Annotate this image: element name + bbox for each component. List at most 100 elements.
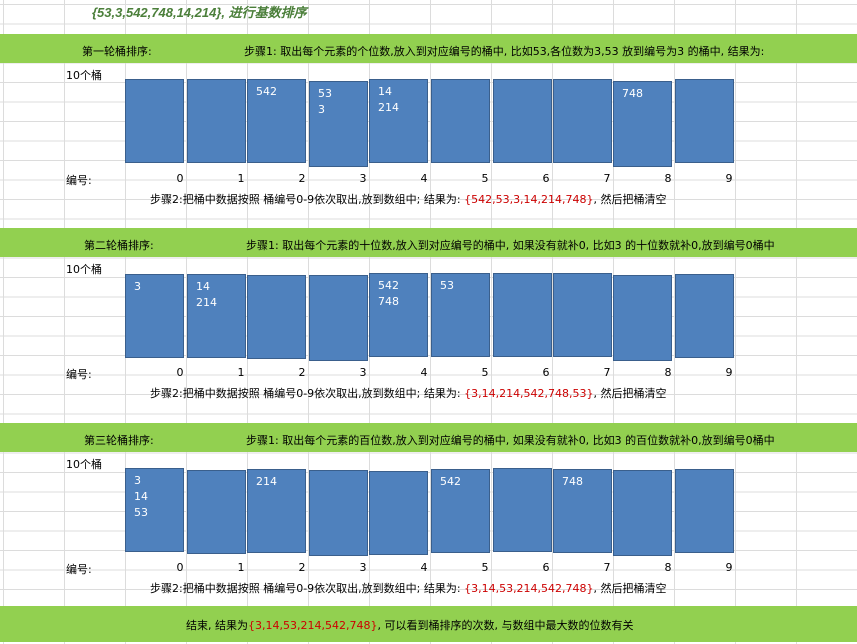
bucket-item: 14 [378, 85, 392, 98]
conclusion-text: 结束, 结果为{3,14,53,214,542,748}, 可以看到桶排序的次数… [186, 617, 633, 633]
bucket-item: 542 [440, 475, 461, 488]
bucket-0: 3 [125, 274, 184, 358]
bucket-2 [247, 275, 306, 359]
round-heading: 第一轮桶排序: [82, 45, 152, 58]
bucket-number: 7 [603, 172, 611, 185]
bucket-number: 3 [359, 561, 367, 574]
bucket-number: 1 [237, 561, 245, 574]
bucket-item: 14 [196, 280, 210, 293]
bucket-3 [309, 275, 368, 361]
bucket-5 [431, 79, 490, 163]
bucket-2: 214 [247, 469, 306, 553]
bucket-number: 2 [298, 366, 306, 379]
bucket-item: 748 [562, 475, 583, 488]
conclusion-suffix: , 可以看到桶排序的次数, 与数组中最大数的位数有关 [377, 619, 634, 632]
bucket-item: 214 [196, 296, 217, 309]
bucket-item: 542 [256, 85, 277, 98]
bucket-item: 3 [318, 103, 325, 116]
bucket-5: 542 [431, 469, 490, 553]
bucket-5: 53 [431, 273, 490, 357]
bucket-number: 5 [481, 172, 489, 185]
bucket-1: 14 214 [187, 274, 246, 358]
bucket-number: 7 [603, 561, 611, 574]
bucket-9 [675, 79, 734, 163]
step2-prefix: 步骤2:把桶中数据按照 桶编号0-9依次取出,放到数组中; 结果为: [150, 387, 465, 400]
step1-text: 步骤1: 取出每个元素的十位数,放入到对应编号的桶中, 如果没有就补0, 比如3… [246, 239, 775, 252]
bucket-7 [553, 79, 612, 163]
bucket-1 [187, 470, 246, 554]
step1-text: 步骤1: 取出每个元素的个位数,放入到对应编号的桶中, 比如53,各位数为3,5… [244, 45, 765, 58]
bucket-number: 9 [725, 366, 733, 379]
step2-result: {3,14,214,542,748,53} [464, 387, 594, 400]
bucket-number: 9 [725, 172, 733, 185]
bucket-3: 53 3 [309, 81, 368, 167]
bucket-number: 4 [420, 172, 428, 185]
step2-text: 步骤2:把桶中数据按照 桶编号0-9依次取出,放到数组中; 结果为: {542,… [150, 191, 667, 207]
bucket-number: 7 [603, 366, 611, 379]
step2-suffix: , 然后把桶清空 [593, 582, 667, 595]
bucket-number: 4 [420, 366, 428, 379]
bucket-0: 3 14 53 [125, 468, 184, 552]
step2-text: 步骤2:把桶中数据按照 桶编号0-9依次取出,放到数组中; 结果为: {3,14… [150, 580, 667, 596]
bucket-number: 6 [542, 561, 550, 574]
step1-text: 步骤1: 取出每个元素的百位数,放入到对应编号的桶中, 如果没有就补0, 比如3… [246, 434, 775, 447]
bucket-number: 6 [542, 366, 550, 379]
round-header-band: 第二轮桶排序: 步骤1: 取出每个元素的十位数,放入到对应编号的桶中, 如果没有就… [0, 228, 857, 257]
step2-prefix: 步骤2:把桶中数据按照 桶编号0-9依次取出,放到数组中; 结果为: [150, 582, 465, 595]
bucket-8 [613, 470, 672, 556]
bucket-number: 8 [664, 172, 672, 185]
conclusion-result: {3,14,53,214,542,748} [248, 619, 378, 632]
index-label: 编号: [66, 368, 92, 381]
bucket-6 [493, 273, 552, 357]
bucket-2: 542 [247, 79, 306, 163]
bucket-6 [493, 468, 552, 552]
step2-text: 步骤2:把桶中数据按照 桶编号0-9依次取出,放到数组中; 结果为: {3,14… [150, 385, 667, 401]
bucket-3 [309, 470, 368, 556]
step2-prefix: 步骤2:把桶中数据按照 桶编号0-9依次取出,放到数组中; 结果为: [150, 193, 465, 206]
bucket-number: 5 [481, 561, 489, 574]
bucket-number: 9 [725, 561, 733, 574]
bucket-number: 1 [237, 366, 245, 379]
step2-suffix: , 然后把桶清空 [593, 387, 667, 400]
bucket-7: 748 [553, 469, 612, 553]
bucket-number: 8 [664, 366, 672, 379]
step2-result: {3,14,53,214,542,748} [464, 582, 594, 595]
bucket-count-label: 10个桶 [66, 263, 102, 276]
bucket-number: 6 [542, 172, 550, 185]
bucket-8 [613, 275, 672, 361]
round-header-band: 第一轮桶排序: 步骤1: 取出每个元素的个位数,放入到对应编号的桶中, 比如53,… [0, 34, 857, 63]
bucket-item: 53 [134, 506, 148, 519]
bucket-item: 53 [440, 279, 454, 292]
bucket-item: 3 [134, 474, 141, 487]
bucket-9 [675, 469, 734, 553]
round-heading: 第二轮桶排序: [84, 239, 154, 252]
bucket-item: 542 [378, 279, 399, 292]
page-title: {53,3,542,748,14,214}, 进行基数排序 [92, 5, 307, 20]
bucket-6 [493, 79, 552, 163]
bucket-7 [553, 273, 612, 357]
step2-result: {542,53,3,14,214,748} [464, 193, 594, 206]
bucket-number: 1 [237, 172, 245, 185]
bucket-item: 748 [622, 87, 643, 100]
bucket-number: 5 [481, 366, 489, 379]
round-heading: 第三轮桶排序: [84, 434, 154, 447]
bucket-4: 542 748 [369, 273, 428, 357]
bucket-count-label: 10个桶 [66, 458, 102, 471]
bucket-item: 3 [134, 280, 141, 293]
bucket-0 [125, 79, 184, 163]
bucket-number: 4 [420, 561, 428, 574]
bucket-number: 3 [359, 366, 367, 379]
bucket-number: 2 [298, 561, 306, 574]
bucket-number: 0 [176, 172, 184, 185]
bucket-item: 214 [378, 101, 399, 114]
bucket-1 [187, 79, 246, 163]
index-label: 编号: [66, 174, 92, 187]
bucket-9 [675, 274, 734, 358]
index-label: 编号: [66, 563, 92, 576]
bucket-number: 8 [664, 561, 672, 574]
round-header-band: 第三轮桶排序: 步骤1: 取出每个元素的百位数,放入到对应编号的桶中, 如果没有就… [0, 423, 857, 452]
bucket-number: 0 [176, 366, 184, 379]
bucket-8: 748 [613, 81, 672, 167]
bucket-number: 0 [176, 561, 184, 574]
conclusion-band: 结束, 结果为{3,14,53,214,542,748}, 可以看到桶排序的次数… [0, 606, 857, 642]
